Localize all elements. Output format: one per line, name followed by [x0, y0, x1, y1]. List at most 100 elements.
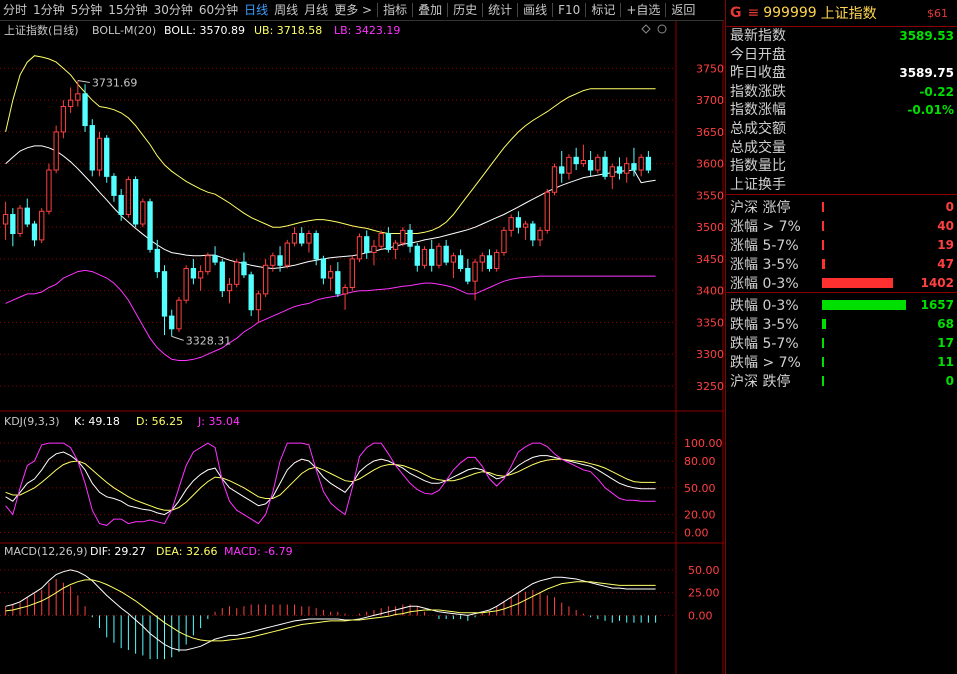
- candle-body: [378, 233, 384, 247]
- stat-row[interactable]: 沪深 涨停 0: [726, 197, 957, 216]
- stat-value: 47: [937, 256, 954, 271]
- candle-body: [537, 229, 543, 241]
- candle-body: [255, 293, 262, 311]
- period-tab-2[interactable]: 5分钟: [68, 0, 106, 20]
- menu-icon[interactable]: ≡: [748, 5, 760, 21]
- tool-button-6[interactable]: 标记: [588, 0, 618, 20]
- candle: [356, 233, 363, 263]
- candle-body: [262, 264, 269, 295]
- tool-button-3[interactable]: 统计: [485, 0, 515, 20]
- kdj-tick-label: 100.00: [684, 437, 723, 450]
- macd-tick-label: 25.00: [688, 587, 720, 600]
- candle-body: [436, 245, 442, 266]
- candle-body: [371, 245, 377, 254]
- kdj-tick-label: 0.00: [684, 527, 709, 540]
- stat-row[interactable]: 跌幅 > 7% 11: [726, 352, 957, 371]
- candle-body: [566, 156, 572, 174]
- stat-label: 涨幅 3-5%: [730, 256, 799, 273]
- high-marker: 3731.69: [92, 76, 138, 89]
- candle-body: [342, 287, 348, 295]
- candle-body: [10, 213, 16, 235]
- index-name: 上证指数: [820, 6, 877, 22]
- candle-body: [407, 229, 413, 247]
- price-tick-label: 3250: [696, 380, 724, 393]
- stat-row[interactable]: 涨幅 5-7% 19: [726, 235, 957, 254]
- tool-button-5[interactable]: F10: [555, 0, 583, 20]
- candle-body: [183, 267, 189, 301]
- toolbar-divider: [665, 3, 667, 17]
- candle-body: [429, 248, 435, 266]
- stat-bar: [822, 220, 824, 231]
- toolbar-divider: [412, 3, 414, 17]
- period-tab-1[interactable]: 1分钟: [30, 0, 68, 20]
- stat-row[interactable]: 涨幅 > 7% 40: [726, 216, 957, 235]
- quote-row: 指数量比: [726, 157, 957, 176]
- chart-title: 上证指数(日线): [4, 23, 79, 37]
- period-tab-7[interactable]: 周线: [271, 0, 301, 20]
- kline-chart-area[interactable]: 3750 3700 3650 3600 3550 3500 3450 3400 3350 3300…: [0, 21, 724, 674]
- candle-body: [414, 245, 420, 266]
- stat-label: 沪深 涨停: [730, 199, 791, 216]
- kdj-tick-label: 50.00: [684, 482, 716, 495]
- candle: [349, 255, 355, 291]
- candle-body: [39, 210, 45, 241]
- candle-body: [169, 315, 175, 330]
- candle: [132, 176, 139, 228]
- candle-body: [176, 299, 182, 330]
- price-tick-label: 3500: [696, 221, 724, 234]
- stat-row[interactable]: 跌幅 0-3% 1657: [726, 295, 957, 314]
- quote-row: 今日开盘: [726, 46, 957, 65]
- stat-bar: [822, 337, 824, 348]
- quote-row: 总成交额: [726, 120, 957, 139]
- candle-body: [53, 131, 59, 171]
- period-tab-0[interactable]: 分时: [0, 0, 30, 20]
- price-tick-label: 3750: [696, 62, 724, 75]
- candle: [248, 271, 254, 317]
- stat-row[interactable]: 涨幅 3-5% 47: [726, 254, 957, 273]
- candle-body: [551, 166, 558, 193]
- period-tab-6[interactable]: 日线: [241, 0, 271, 20]
- stat-row[interactable]: 跌幅 5-7% 17: [726, 333, 957, 352]
- price-tick-label: 3600: [696, 158, 724, 171]
- stat-row[interactable]: 沪深 跌停 0: [726, 371, 957, 390]
- macd-tick-label: 50.00: [688, 564, 720, 577]
- g-icon[interactable]: G: [730, 5, 742, 21]
- stat-row[interactable]: 涨幅 0-3% 1402: [726, 273, 957, 292]
- stat-row[interactable]: 跌幅 3-5% 68: [726, 314, 957, 333]
- candle-body: [125, 179, 132, 215]
- quote-label: 上证换手: [730, 176, 786, 193]
- candle: [46, 163, 52, 215]
- candle: [436, 243, 442, 269]
- stat-bar-track: [822, 299, 906, 310]
- period-tab-4[interactable]: 30分钟: [151, 0, 196, 20]
- period-tab-8[interactable]: 月线: [301, 0, 331, 20]
- period-tab-5[interactable]: 60分钟: [196, 0, 241, 20]
- low-marker: 3328.31: [186, 334, 232, 347]
- quote-row: 指数涨幅 -0.01%: [726, 101, 957, 120]
- candle-body: [443, 245, 449, 263]
- tool-button-0[interactable]: 指标: [380, 0, 410, 20]
- candle-body: [46, 169, 52, 212]
- stat-bar-track: [822, 356, 906, 367]
- period-tab-9[interactable]: 更多 >: [331, 0, 375, 20]
- tool-button-8[interactable]: 返回: [668, 0, 698, 20]
- quote-label: 指数涨跌: [730, 83, 786, 100]
- price-tick-label: 3400: [696, 285, 724, 298]
- stat-label: 跌幅 > 7%: [730, 354, 801, 371]
- tool-button-4[interactable]: 画线: [520, 0, 550, 20]
- candle-body: [515, 217, 522, 228]
- period-toolbar: 分时 1分钟 5分钟 15分钟 30分钟 60分钟 日线 周线 月线 更多 > 指标 叠加 历史 统计 画线…: [0, 0, 724, 21]
- candle-body: [501, 229, 507, 254]
- candle-body: [118, 194, 124, 215]
- candle-body: [616, 166, 623, 174]
- tool-button-2[interactable]: 历史: [450, 0, 480, 20]
- candle: [53, 125, 59, 174]
- tag-badge: $61: [927, 6, 948, 20]
- tool-button-1[interactable]: 叠加: [415, 0, 445, 20]
- tool-button-7[interactable]: +自选: [623, 0, 663, 20]
- period-tab-3[interactable]: 15分钟: [105, 0, 150, 20]
- candle-body: [17, 207, 23, 235]
- quote-header: G ≡ 999999 上证指数 $61: [726, 0, 957, 27]
- stat-value: 19: [937, 237, 954, 252]
- candle-body: [400, 229, 406, 244]
